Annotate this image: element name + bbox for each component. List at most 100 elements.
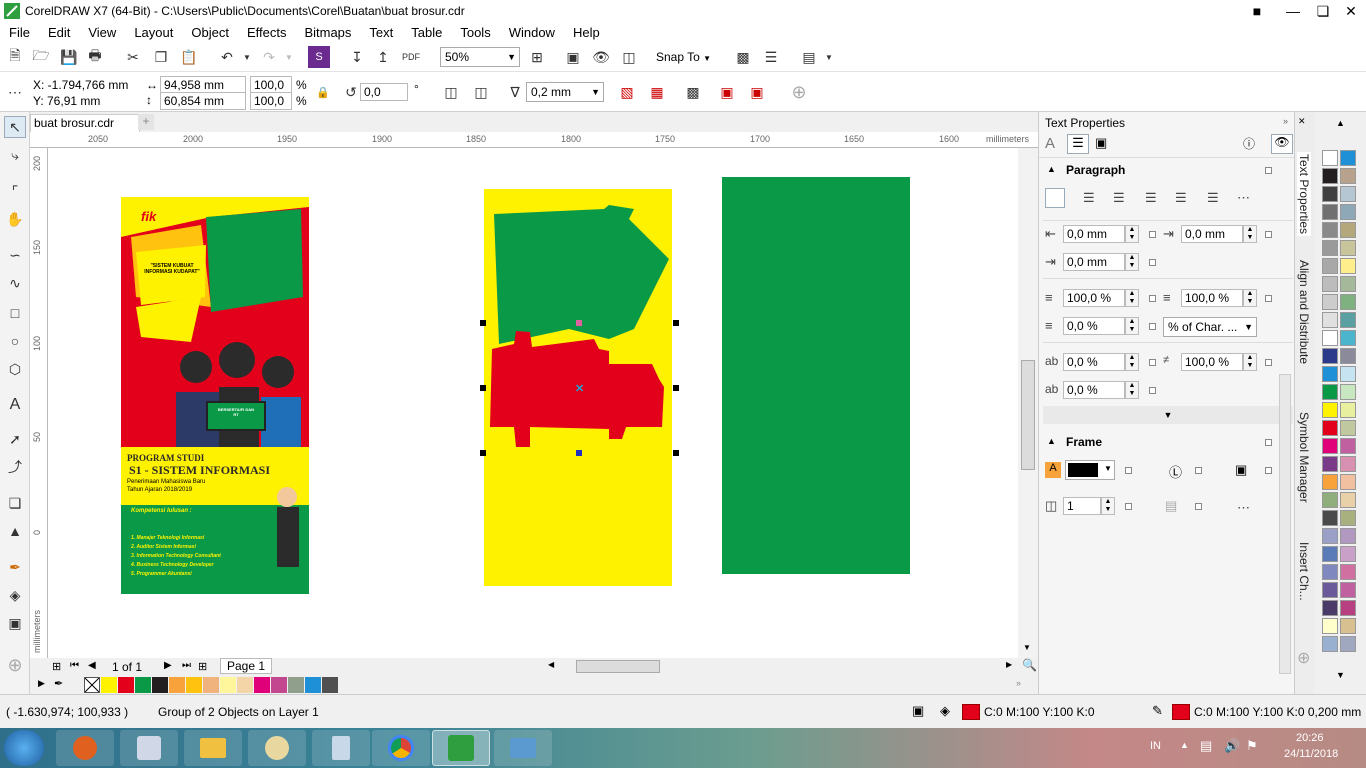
selection-handle[interactable] bbox=[576, 450, 582, 456]
application-launcher-icon[interactable]: ▤ bbox=[798, 46, 820, 68]
lock-checkbox[interactable] bbox=[1149, 295, 1156, 302]
restore-button[interactable]: ❏ bbox=[1308, 0, 1338, 22]
first-line-indent-field[interactable]: 0,0 mm bbox=[1063, 225, 1125, 243]
scroll-right-icon[interactable]: ▶ bbox=[1006, 660, 1012, 669]
palette-color-swatch[interactable] bbox=[1322, 222, 1338, 238]
menu-object[interactable]: Object bbox=[182, 25, 238, 40]
eyedropper-icon[interactable]: ✒ bbox=[4, 556, 26, 578]
lock-checkbox[interactable] bbox=[1195, 467, 1202, 474]
transparency-icon[interactable]: ▲ bbox=[4, 520, 26, 542]
palette-color-swatch[interactable] bbox=[1340, 564, 1356, 580]
palette-color-swatch[interactable] bbox=[1340, 150, 1356, 166]
menu-edit[interactable]: Edit bbox=[39, 25, 79, 40]
connector-tool-icon[interactable]: ⤴ bbox=[4, 456, 26, 478]
parallel-dimension-icon[interactable]: ➚ bbox=[4, 428, 26, 450]
user-icon[interactable]: ■ bbox=[1242, 0, 1272, 22]
options-icon[interactable]: ☰ bbox=[760, 46, 782, 68]
menu-help[interactable]: Help bbox=[564, 25, 609, 40]
artistic-media-icon[interactable]: ∿ bbox=[4, 272, 26, 294]
tab-symbol-manager[interactable]: Symbol Manager bbox=[1297, 412, 1311, 503]
pick-tool-icon[interactable]: ↖ bbox=[4, 116, 26, 138]
paragraph-icon[interactable]: ☰ bbox=[1067, 134, 1089, 154]
palette-color-swatch[interactable] bbox=[1322, 456, 1338, 472]
redo-icon[interactable]: ↷ bbox=[258, 46, 280, 68]
taskbar-photo-viewer[interactable] bbox=[494, 730, 552, 766]
vertical-scrollbar[interactable]: ▼ bbox=[1018, 148, 1038, 658]
lock-checkbox[interactable] bbox=[1125, 503, 1132, 510]
lock-checkbox[interactable] bbox=[1149, 323, 1156, 330]
object-origin-icon[interactable]: ⋯ bbox=[4, 81, 26, 103]
frame-options-icon[interactable]: ▣ bbox=[1235, 462, 1247, 478]
palette-color-swatch[interactable] bbox=[1340, 222, 1356, 238]
section-option-checkbox[interactable] bbox=[1265, 439, 1272, 446]
selection-handle[interactable] bbox=[673, 385, 679, 391]
color-proofing-icon[interactable]: ▣ bbox=[912, 703, 924, 719]
indent-spinner[interactable]: ▲ ▼ bbox=[1125, 225, 1139, 243]
lock-checkbox[interactable] bbox=[1265, 467, 1272, 474]
print-icon[interactable]: 🖶 bbox=[84, 46, 106, 68]
center-marker-icon[interactable]: ✕ bbox=[575, 382, 584, 395]
wrap-text-icon[interactable]: ▧ bbox=[616, 81, 638, 103]
spacing-spinner[interactable]: ▲ ▼ bbox=[1243, 289, 1257, 307]
outline-width-combo[interactable]: 0,2 mm ▼ bbox=[526, 82, 604, 102]
import-icon[interactable]: ↧ bbox=[346, 46, 368, 68]
close-button[interactable]: ✕ bbox=[1336, 0, 1366, 22]
add-page-before-icon[interactable]: ⊞ bbox=[52, 660, 61, 673]
action-center-icon[interactable]: ⚑ bbox=[1246, 738, 1258, 754]
taskbar-calculator[interactable] bbox=[312, 730, 370, 766]
selection-handle[interactable] bbox=[576, 320, 582, 326]
menu-view[interactable]: View bbox=[79, 25, 125, 40]
columns-spinner[interactable]: ▲ ▼ bbox=[1101, 497, 1115, 515]
taskbar-explorer[interactable] bbox=[184, 730, 242, 766]
clock-time[interactable]: 20:26 bbox=[1296, 732, 1324, 744]
no-color-swatch[interactable] bbox=[84, 677, 100, 693]
taskbar-coreldraw[interactable] bbox=[432, 730, 490, 766]
brochure-panel-front[interactable]: fik "SISTEM KUBUAT INFORMASI KUDAPAT" BE… bbox=[121, 197, 309, 594]
palette-color-swatch[interactable] bbox=[1322, 492, 1338, 508]
spacing-spinner[interactable]: ▲ ▼ bbox=[1243, 353, 1257, 371]
color-swatch[interactable] bbox=[135, 677, 151, 693]
palette-color-swatch[interactable] bbox=[1322, 582, 1338, 598]
palette-color-swatch[interactable] bbox=[1340, 348, 1356, 364]
lock-checkbox[interactable] bbox=[1265, 359, 1272, 366]
next-page-icon[interactable]: ▶ bbox=[164, 660, 172, 671]
drawing-canvas[interactable]: fik "SISTEM KUBUAT INFORMASI KUDAPAT" BE… bbox=[48, 148, 1018, 658]
palette-color-swatch[interactable] bbox=[1322, 366, 1338, 382]
palette-color-swatch[interactable] bbox=[1322, 474, 1338, 490]
mirror-horizontal-icon[interactable]: ◫ bbox=[440, 81, 462, 103]
document-tab[interactable]: buat brosur.cdr bbox=[30, 114, 140, 132]
publish-pdf-icon[interactable]: PDF bbox=[400, 46, 422, 68]
more-options-icon[interactable]: ⋯ bbox=[1237, 190, 1250, 206]
cut-icon[interactable]: ✂ bbox=[122, 46, 144, 68]
palette-color-swatch[interactable] bbox=[1340, 474, 1356, 490]
trim-icon[interactable]: ▣ bbox=[746, 81, 768, 103]
lock-checkbox[interactable] bbox=[1149, 359, 1156, 366]
align-right-icon[interactable]: ☰ bbox=[1145, 190, 1157, 206]
language-spacing-field[interactable]: 0,0 % bbox=[1063, 381, 1125, 399]
selection-handle[interactable] bbox=[673, 320, 679, 326]
to-front-icon[interactable]: ▩ bbox=[682, 81, 704, 103]
paste-icon[interactable]: 📋 bbox=[178, 46, 200, 68]
tray-expand-icon[interactable]: ▲ bbox=[1180, 740, 1189, 750]
scroll-down-icon[interactable]: ▼ bbox=[1023, 643, 1031, 652]
align-justify-icon[interactable]: ☰ bbox=[1175, 190, 1187, 206]
fill-color-swatch[interactable] bbox=[962, 704, 980, 720]
tab-insert-character[interactable]: Insert Ch... bbox=[1297, 542, 1311, 601]
palette-color-swatch[interactable] bbox=[1340, 438, 1356, 454]
save-icon[interactable]: 💾 bbox=[58, 46, 80, 68]
lock-ratio-icon[interactable]: 🔒 bbox=[312, 81, 334, 103]
columns-field[interactable]: 1 bbox=[1063, 497, 1101, 515]
add-tool-icon[interactable]: ⊕ bbox=[4, 654, 26, 676]
menu-text[interactable]: Text bbox=[360, 25, 402, 40]
palette-color-swatch[interactable] bbox=[1322, 528, 1338, 544]
add-page-after-icon[interactable]: ⊞ bbox=[198, 660, 207, 673]
palette-color-swatch[interactable] bbox=[1340, 294, 1356, 310]
palette-color-swatch[interactable] bbox=[1322, 168, 1338, 184]
full-screen-icon[interactable]: ▣ bbox=[562, 46, 584, 68]
color-swatch[interactable] bbox=[271, 677, 287, 693]
language-indicator[interactable]: IN bbox=[1150, 740, 1161, 752]
palette-color-swatch[interactable] bbox=[1322, 312, 1338, 328]
start-button[interactable] bbox=[4, 730, 44, 766]
menu-layout[interactable]: Layout bbox=[125, 25, 182, 40]
word-spacing-field[interactable]: 100,0 % bbox=[1181, 353, 1243, 371]
